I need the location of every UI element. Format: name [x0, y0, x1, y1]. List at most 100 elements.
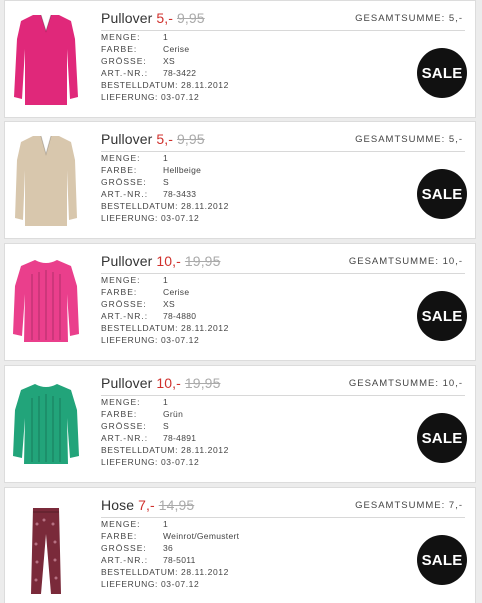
order-date: BESTELLDATUM: 28.11.2012: [101, 80, 229, 90]
order-item: Pullover 10,- 19,95 GESAMTSUMME: 10,- MEN…: [4, 365, 476, 483]
sale-badge: SALE: [417, 169, 467, 219]
delivery-label: LIEFERUNG:: [101, 457, 159, 468]
quantity-label: MENGE:: [101, 397, 141, 407]
order-item: Pullover 5,- 9,95 GESAMTSUMME: 5,- MENGE:…: [4, 0, 476, 118]
product-name: Pullover: [101, 375, 153, 391]
sale-badge: SALE: [417, 291, 467, 341]
order-item: Pullover 10,- 19,95 GESAMTSUMME: 10,- MEN…: [4, 243, 476, 361]
product-name: Pullover: [101, 253, 153, 269]
sale-badge: SALE: [417, 535, 467, 585]
size-value: 36: [163, 543, 174, 554]
size-label: GRÖSSE:: [101, 299, 147, 310]
sale-price: 5,-: [156, 131, 174, 147]
size-label: GRÖSSE:: [101, 177, 147, 188]
delivery: LIEFERUNG: 03-07.12: [101, 457, 199, 467]
color-label: FARBE:: [101, 409, 138, 420]
delivery-value: 03-07.12: [160, 213, 200, 224]
sale-price: 10,-: [156, 253, 181, 269]
order-date-label: BESTELLDATUM:: [101, 201, 179, 212]
delivery-label: LIEFERUNG:: [101, 213, 159, 224]
divider: [101, 517, 465, 518]
quantity-label: MENGE:: [101, 519, 141, 529]
total-sum: GESAMTSUMME: 5,-: [355, 134, 463, 145]
delivery: LIEFERUNG: 03-07.12: [101, 92, 199, 102]
original-price: 19,95: [184, 375, 221, 391]
product-image[interactable]: [11, 252, 81, 352]
color-value: Grün: [163, 409, 184, 420]
size-value: XS: [163, 56, 175, 67]
delivery-value: 03-07.12: [160, 335, 200, 346]
quantity-label: MENGE:: [101, 153, 141, 163]
product-image[interactable]: [11, 130, 81, 230]
size-label: GRÖSSE:: [101, 421, 147, 432]
order-date-value: 28.11.2012: [181, 323, 229, 334]
total-label: GESAMTSUMME:: [355, 134, 446, 145]
article-number-label: ART.-NR.:: [101, 555, 149, 566]
article-number-value: 78-5011: [163, 555, 196, 566]
color-value: Cerise: [163, 287, 190, 298]
article-number-label: ART.-NR.:: [101, 311, 149, 322]
delivery: LIEFERUNG: 03-07.12: [101, 579, 199, 589]
quantity-label: MENGE:: [101, 32, 141, 42]
sweater-cable-icon: [13, 260, 79, 342]
order-date-label: BESTELLDATUM:: [101, 567, 179, 578]
total-label: GESAMTSUMME:: [355, 13, 446, 24]
article-number-value: 78-4891: [163, 433, 197, 444]
quantity-value: 1: [163, 397, 169, 407]
delivery-value: 03-07.12: [160, 92, 200, 103]
order-item-list: Pullover 5,- 9,95 GESAMTSUMME: 5,- MENGE:…: [4, 0, 476, 603]
product-image[interactable]: [11, 496, 81, 596]
total-sum: GESAMTSUMME: 5,-: [355, 13, 463, 24]
size-label: GRÖSSE:: [101, 543, 147, 554]
total-sum: GESAMTSUMME: 7,-: [355, 500, 463, 511]
quantity-value: 1: [163, 32, 169, 42]
original-price: 9,95: [177, 131, 205, 147]
original-price: 19,95: [184, 253, 221, 269]
color-value: Cerise: [163, 44, 190, 55]
order-date: BESTELLDATUM: 28.11.2012: [101, 323, 229, 333]
total-label: GESAMTSUMME:: [348, 378, 439, 389]
order-date-label: BESTELLDATUM:: [101, 323, 179, 334]
sale-price: 7,-: [138, 497, 155, 513]
total-label: GESAMTSUMME:: [348, 256, 439, 267]
size-value: S: [163, 421, 169, 432]
total-value: 10,-: [442, 256, 463, 267]
sale-badge: SALE: [417, 48, 467, 98]
size-value: S: [163, 177, 169, 188]
total-sum: GESAMTSUMME: 10,-: [349, 378, 463, 389]
order-item: Pullover 5,- 9,95 GESAMTSUMME: 5,- MENGE:…: [4, 121, 476, 239]
total-value: 7,-: [448, 500, 463, 511]
product-title: Pullover 5,- 9,95: [101, 10, 205, 26]
order-date: BESTELLDATUM: 28.11.2012: [101, 201, 229, 211]
order-date-value: 28.11.2012: [181, 567, 229, 578]
product-title: Hose 7,- 14,95: [101, 497, 194, 513]
order-date-value: 28.11.2012: [181, 201, 229, 212]
delivery-value: 03-07.12: [160, 579, 200, 590]
quantity-value: 1: [163, 275, 169, 285]
article-number-label: ART.-NR.:: [101, 68, 149, 79]
divider: [101, 151, 465, 152]
total-value: 5,-: [448, 13, 463, 24]
color-label: FARBE:: [101, 531, 138, 542]
size-value: XS: [163, 299, 175, 310]
order-item: Hose 7,- 14,95 GESAMTSUMME: 7,- MENGE: 1 F…: [4, 487, 476, 603]
sale-price: 5,-: [156, 10, 174, 26]
quantity-value: 1: [163, 519, 169, 529]
product-name: Hose: [101, 497, 135, 513]
article-number-label: ART.-NR.:: [101, 189, 149, 200]
product-image[interactable]: [11, 374, 81, 474]
total-label: GESAMTSUMME:: [355, 500, 446, 511]
product-image[interactable]: [11, 9, 81, 109]
order-date-label: BESTELLDATUM:: [101, 445, 179, 456]
delivery: LIEFERUNG: 03-07.12: [101, 213, 199, 223]
color-label: FARBE:: [101, 44, 138, 55]
color-value: Weinrot/Gemustert: [163, 531, 240, 542]
product-title: Pullover 5,- 9,95: [101, 131, 205, 147]
divider: [101, 30, 465, 31]
delivery-label: LIEFERUNG:: [101, 579, 159, 590]
order-date: BESTELLDATUM: 28.11.2012: [101, 567, 229, 577]
total-value: 10,-: [442, 378, 463, 389]
divider: [101, 395, 465, 396]
sale-badge: SALE: [417, 413, 467, 463]
total-value: 5,-: [448, 134, 463, 145]
